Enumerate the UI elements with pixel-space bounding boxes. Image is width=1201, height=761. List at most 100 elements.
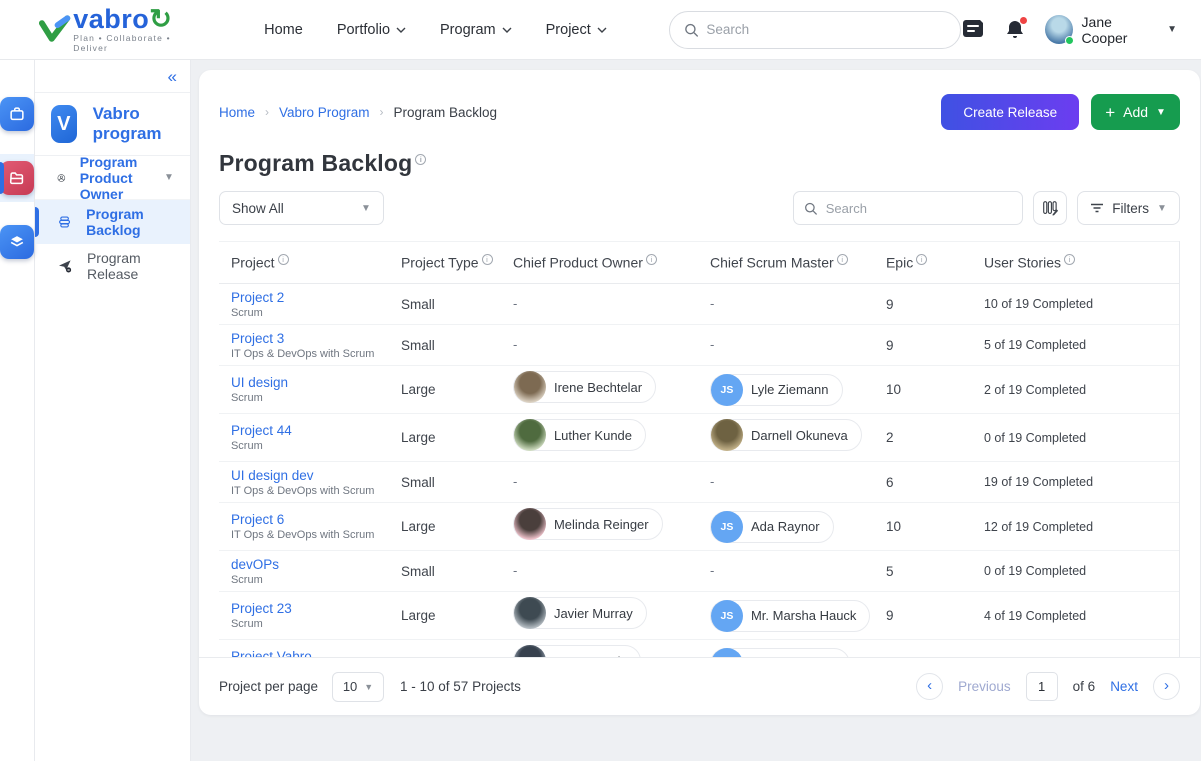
- sidebar-item-program-product-owner[interactable]: Program Product Owner ▼: [35, 156, 190, 200]
- person-chip[interactable]: JSAndy Smitham: [710, 648, 850, 658]
- next-page-icon-button[interactable]: ›: [1153, 673, 1180, 700]
- show-all-select[interactable]: Show All ▼: [219, 191, 384, 225]
- chevron-down-icon: ▼: [364, 682, 373, 692]
- person-photo-avatar: [514, 597, 546, 629]
- chief-product-owner-cell: -: [501, 462, 698, 503]
- sidebar-item-program-backlog[interactable]: Program Backlog: [35, 200, 190, 244]
- projects-folder-icon: [0, 161, 34, 195]
- sidebar-item-program-release[interactable]: Program Release: [35, 244, 190, 288]
- project-type-cell: Small: [389, 325, 501, 366]
- column-header-chief-scrum-master[interactable]: Chief Scrum Master: [698, 242, 874, 284]
- table-search-input[interactable]: [826, 201, 1013, 216]
- logo-arrow-o-icon: ↻: [149, 7, 172, 31]
- project-type-cell: Large: [389, 640, 501, 658]
- user-stories-cell: 2 of 19 Completed: [972, 366, 1179, 414]
- global-search-input[interactable]: [706, 22, 945, 37]
- person-initials-avatar: JS: [711, 374, 743, 406]
- messages-button[interactable]: [961, 19, 985, 41]
- project-link[interactable]: Project 3: [231, 331, 377, 346]
- person-initials-avatar: JS: [711, 511, 743, 543]
- person-chip[interactable]: JS Lyle Ziemann: [710, 374, 843, 406]
- column-header-project-type[interactable]: Project Type: [389, 242, 501, 284]
- project-link[interactable]: devOPs: [231, 557, 377, 572]
- person-name: Lyle Ziemann: [751, 382, 829, 397]
- nav-home[interactable]: Home: [264, 22, 303, 38]
- user-stories-label: 5 of 19 Completed: [984, 338, 1167, 352]
- person-chip[interactable]: Luther Kunde: [513, 419, 646, 451]
- person-name: Mr. Marsha Hauck: [751, 608, 856, 623]
- person-chip[interactable]: Bryan Grady: [513, 645, 641, 657]
- add-button[interactable]: + Add ▼: [1091, 94, 1180, 130]
- manage-columns-button[interactable]: [1033, 191, 1067, 225]
- person-chip[interactable]: JSMr. Marsha Hauck: [710, 600, 870, 632]
- app-root: vabro↻ Plan • Collaborate • Deliver Home…: [0, 0, 1201, 761]
- chevron-right-icon: ›: [265, 105, 269, 119]
- rail-layers-item[interactable]: [0, 218, 34, 266]
- create-release-button[interactable]: Create Release: [941, 94, 1079, 130]
- previous-page-button[interactable]: Previous: [958, 679, 1011, 694]
- breadcrumb-home[interactable]: Home: [219, 105, 255, 120]
- user-stories-label: 0 of 19 Completed: [984, 431, 1167, 445]
- epic-count-cell: 2: [874, 414, 972, 462]
- person-chip[interactable]: JS Ada Raynor: [710, 511, 834, 543]
- table-row: UI design devIT Ops & DevOps with Scrum …: [219, 462, 1179, 503]
- table-row: UI designScrum Large Irene Bechtelar JSL…: [219, 366, 1179, 414]
- next-page-button[interactable]: Next: [1110, 679, 1138, 694]
- project-type-cell: Small: [389, 462, 501, 503]
- project-type-cell: Large: [389, 503, 501, 551]
- breadcrumb-vabro-program[interactable]: Vabro Program: [279, 105, 370, 120]
- page-number-input[interactable]: [1026, 672, 1058, 701]
- user-avatar: [1045, 15, 1073, 44]
- project-method: IT Ops & DevOps with Scrum: [231, 348, 377, 360]
- project-type-cell: Small: [389, 284, 501, 325]
- person-initials-avatar: JS: [711, 648, 743, 658]
- project-link[interactable]: UI design: [231, 375, 377, 390]
- previous-page-icon-button[interactable]: ‹: [916, 673, 943, 700]
- notifications-button[interactable]: [1005, 19, 1025, 41]
- column-header-project[interactable]: Project: [219, 242, 389, 284]
- chief-product-owner-cell: -: [501, 325, 698, 366]
- person-name: Ada Raynor: [751, 519, 820, 534]
- project-link[interactable]: Project 6: [231, 512, 377, 527]
- person-chip[interactable]: Javier Murray: [513, 597, 647, 629]
- filters-button[interactable]: Filters ▼: [1077, 191, 1180, 225]
- person-chip[interactable]: Darnell Okuneva: [710, 419, 862, 451]
- logo-word: vabro: [73, 7, 149, 31]
- user-stories-cell: 0 of 19 Completed: [972, 414, 1179, 462]
- chevron-down-icon: [502, 27, 512, 33]
- vabro-logo[interactable]: vabro↻ Plan • Collaborate • Deliver: [38, 7, 206, 53]
- nav-program[interactable]: Program: [440, 22, 512, 38]
- release-paper-plane-icon: [57, 256, 73, 276]
- program-avatar: V: [51, 105, 77, 143]
- chevron-down-icon: [597, 27, 607, 33]
- column-header-chief-product-owner[interactable]: Chief Product Owner: [501, 242, 698, 284]
- nav-portfolio[interactable]: Portfolio: [337, 22, 406, 38]
- info-icon: [1064, 254, 1075, 265]
- column-header-user-stories[interactable]: User Stories: [972, 242, 1179, 284]
- nav-project[interactable]: Project: [546, 22, 607, 38]
- project-link[interactable]: Project Vabro: [231, 649, 377, 657]
- user-menu[interactable]: Jane Cooper ▼: [1045, 14, 1177, 46]
- info-icon: [482, 254, 493, 265]
- person-photo-avatar: [711, 419, 743, 451]
- per-page-select[interactable]: 10 ▼: [332, 672, 384, 702]
- rail-portfolio-item[interactable]: [0, 90, 34, 138]
- info-icon: [837, 254, 848, 265]
- program-name: Vabro program: [93, 104, 174, 144]
- empty-value: -: [513, 337, 517, 352]
- person-chip[interactable]: Melinda Reinger: [513, 508, 663, 540]
- program-header[interactable]: V Vabro program: [35, 93, 190, 156]
- column-header-epic[interactable]: Epic: [874, 242, 972, 284]
- project-link[interactable]: UI design dev: [231, 468, 377, 483]
- project-link[interactable]: Project 2: [231, 290, 377, 305]
- sidebar-item-label: Program Backlog: [86, 206, 174, 238]
- collapse-sidebar-icon[interactable]: «: [167, 70, 176, 84]
- table-search: [793, 191, 1023, 225]
- project-link[interactable]: Project 44: [231, 423, 377, 438]
- breadcrumb-current: Program Backlog: [394, 105, 498, 120]
- info-icon: [646, 254, 657, 265]
- project-link[interactable]: Project 23: [231, 601, 377, 616]
- rail-projects-item[interactable]: [0, 154, 34, 202]
- person-chip[interactable]: Irene Bechtelar: [513, 371, 656, 403]
- epic-count-cell: 10: [874, 503, 972, 551]
